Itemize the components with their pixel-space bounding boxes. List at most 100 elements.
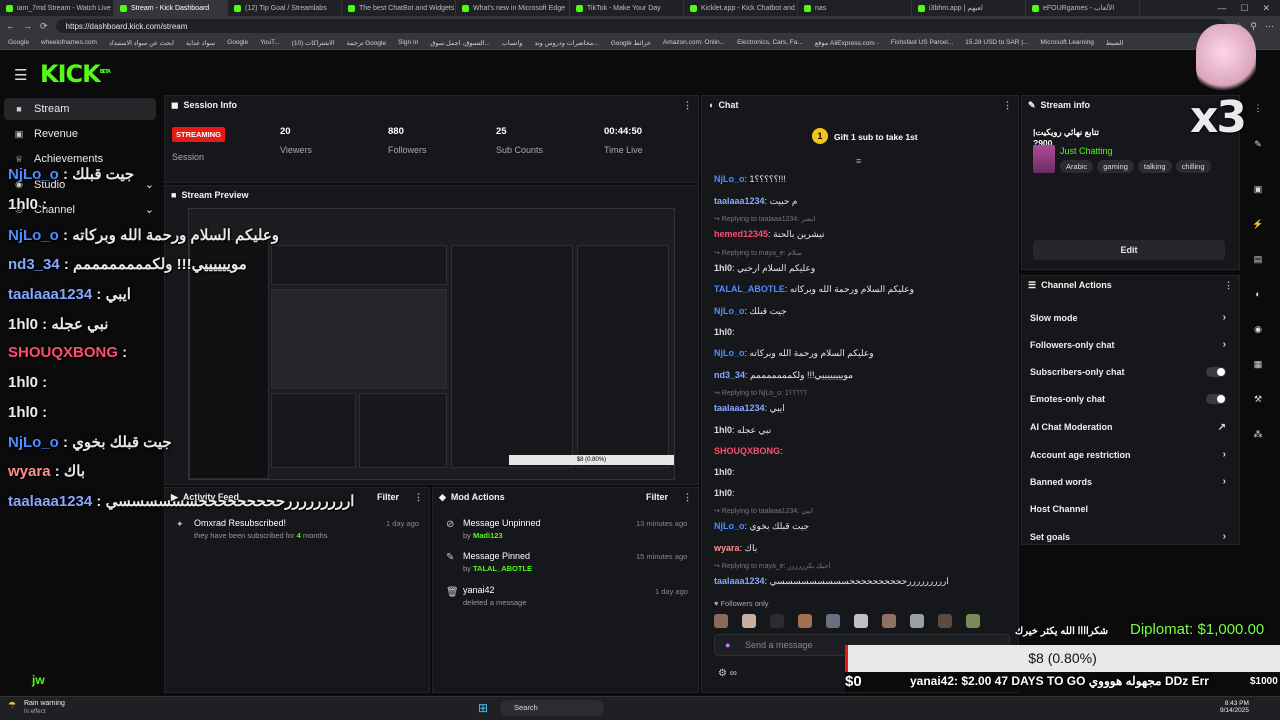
emote-icon[interactable]: ● [725,640,730,650]
sidebar-item-achievements[interactable]: ♕ Achievements [14,153,103,165]
category-name[interactable]: Just Chatting [1060,146,1113,156]
activity-filter-button[interactable]: Filter [377,492,399,502]
chat-username[interactable]: taalaaa1234 [714,576,765,586]
windows-start-icon[interactable]: ⊞ [478,701,488,715]
bookmark-link[interactable]: Sign In [398,39,418,46]
more-options-icon[interactable]: ⋮ [414,492,423,503]
layout-icon[interactable]: ▦ [1250,356,1266,372]
sidebar-item-revenue[interactable]: ▣ Revenue [14,128,78,140]
chatter-avatar[interactable] [714,614,728,628]
browser-tab[interactable]: nas [798,0,912,16]
weather-title[interactable]: Rain warning [24,700,65,707]
more-options-icon[interactable]: ⋮ [1003,100,1012,111]
stream-preview-video[interactable]: $8 (0.80%) [188,208,675,480]
browser-tab[interactable]: (12) Tip Goal / Streamlabs [228,0,342,16]
taskbar-search[interactable]: Search [500,700,604,716]
bookmark-link[interactable]: الضبط [1106,39,1124,47]
channel-action-followers-only-chat[interactable]: Followers-only chat › [1030,339,1226,350]
bookmark-link[interactable]: 15.28 USD to SAR |... [965,39,1028,46]
minimize-icon[interactable]: — [1217,3,1226,14]
bookmark-link[interactable]: واتساب [502,39,523,47]
bookmark-link[interactable]: سواد غداية [186,39,215,47]
comment-icon[interactable]: ◐ [1250,286,1266,302]
url-field[interactable]: https://dashboard.kick.com/stream [55,19,1227,33]
bookmark-link[interactable]: Google [8,39,29,46]
mod-filter-button[interactable]: Filter [646,492,668,502]
chatter-avatar[interactable] [798,614,812,628]
chat-settings-icon[interactable]: ⚙ ∞ [718,668,737,679]
close-icon[interactable]: ✕ [1262,3,1270,14]
chat-username[interactable]: SHOUQXBONG [714,446,780,456]
menu-icon[interactable]: ⋯ [1265,21,1274,32]
kick-logo[interactable]: KICKBETA [40,60,111,88]
bookmark-link[interactable]: Google [227,39,248,46]
reload-icon[interactable]: ⟳ [40,21,48,32]
browser-tab[interactable]: TikTok - Make Your Day [570,0,684,16]
chat-username[interactable]: NjLo_o [714,174,745,184]
chat-username[interactable]: 1hl0 [714,263,732,273]
more-options-icon[interactable]: ⋮ [683,492,692,503]
channel-action-emotes-only-chat[interactable]: Emotes-only chat [1030,394,1226,405]
bookmark-link[interactable]: محاضرات ودروس وند... [534,39,598,47]
more-options-icon[interactable]: ⋮ [683,100,692,111]
sidebar-item-stream[interactable]: ■ Stream [14,103,69,115]
chatter-avatar[interactable] [938,614,952,628]
channel-action-subscribers-only-chat[interactable]: Subscribers-only chat [1030,366,1226,377]
pinned-toggle-icon[interactable]: ≡ [856,156,861,166]
extensions-icon[interactable]: ⚲ [1250,21,1257,32]
bookmark-link[interactable]: YouT... [260,39,280,46]
chat-username[interactable]: NjLo_o [714,521,745,531]
clock[interactable]: 8:43 PM 9/14/2025 [1220,700,1249,714]
bookmark-link[interactable]: ابحث عن سواد الاستبداد [109,39,174,47]
channel-action-host-channel[interactable]: Host Channel [1030,504,1226,514]
bookmark-link[interactable]: Google خرائط [611,39,651,47]
browser-tab[interactable]: i3bhm.app | لعبهم [912,0,1026,16]
maximize-icon[interactable]: ☐ [1240,3,1248,14]
chat-username[interactable]: taalaaa1234 [714,196,765,206]
chatter-avatar[interactable] [742,614,756,628]
gift-leader-text[interactable]: Gift 1 sub to take 1st [834,132,918,142]
chatter-avatar[interactable] [826,614,840,628]
bookmark-link[interactable]: ترجمة Google [347,39,386,47]
bolt-icon[interactable]: ⚡ [1250,216,1266,232]
channel-action-ai-chat-moderation[interactable]: AI Chat Moderation ↗ [1030,422,1226,433]
chat-username[interactable]: 1hl0 [714,467,732,477]
chat-username[interactable]: NjLo_o [714,348,745,358]
chat-username[interactable]: 1hl0 [714,488,732,498]
bookmark-link[interactable]: Microsoft Learning [1040,39,1093,46]
bookmark-link[interactable]: Electronics, Cars, Fa... [737,39,803,46]
bookmark-link[interactable]: Amazon.com: Onlin... [663,39,725,46]
browser-tab[interactable]: The best ChatBot and Widgets [342,0,456,16]
bookmark-link[interactable]: Fishsfast US Parcel... [891,39,954,46]
browser-tab[interactable]: Kicklet.app - Kick Chatbot and [684,0,798,16]
back-icon[interactable]: ← [6,21,15,31]
toggle-switch[interactable] [1206,394,1226,405]
bookmark-link[interactable]: الاشتراكات (10) [292,39,335,47]
camera-icon[interactable]: ▣ [1250,181,1266,197]
bookmark-link[interactable]: wheelofnames.com [41,39,97,46]
wrench-icon[interactable]: ⚒ [1250,391,1266,407]
chat-username[interactable]: NjLo_o [714,306,745,316]
pencil-icon[interactable]: ✎ [1250,136,1266,152]
document-icon[interactable]: ▤ [1250,251,1266,267]
chat-username[interactable]: 1hl0 [714,425,732,435]
chat-username[interactable]: 1hl0 [714,327,732,337]
settings-icon[interactable]: ⋮ [1250,100,1266,116]
channel-action-account-age-restriction[interactable]: Account age restriction › [1030,449,1226,460]
edit-button[interactable]: Edit [1033,240,1225,260]
chat-username[interactable]: nd3_34 [714,370,745,380]
browser-tab[interactable]: eFOURgames - الألعاب [1026,0,1140,16]
bookmark-link[interactable]: موقع AliExpress.com - [815,39,879,47]
chat-username[interactable]: TALAL_ABOTLE [714,284,785,294]
bookmark-link[interactable]: التسوق، اجمل سوق... [430,39,489,47]
channel-action-set-goals[interactable]: Set goals › [1030,531,1226,542]
toggle-switch[interactable] [1206,366,1226,377]
chatter-avatar[interactable] [910,614,924,628]
chat-username[interactable]: taalaaa1234 [714,403,765,413]
forward-icon[interactable]: → [23,21,32,31]
chat-username[interactable]: wyara [714,543,740,553]
browser-tab[interactable]: Stream - Kick Dashboard [114,0,228,16]
browser-tab[interactable]: What's new in Microsoft Edge [456,0,570,16]
browser-tab[interactable]: iam_7md Stream - Watch Live o [0,0,114,16]
channel-action-slow-mode[interactable]: Slow mode › [1030,312,1226,323]
